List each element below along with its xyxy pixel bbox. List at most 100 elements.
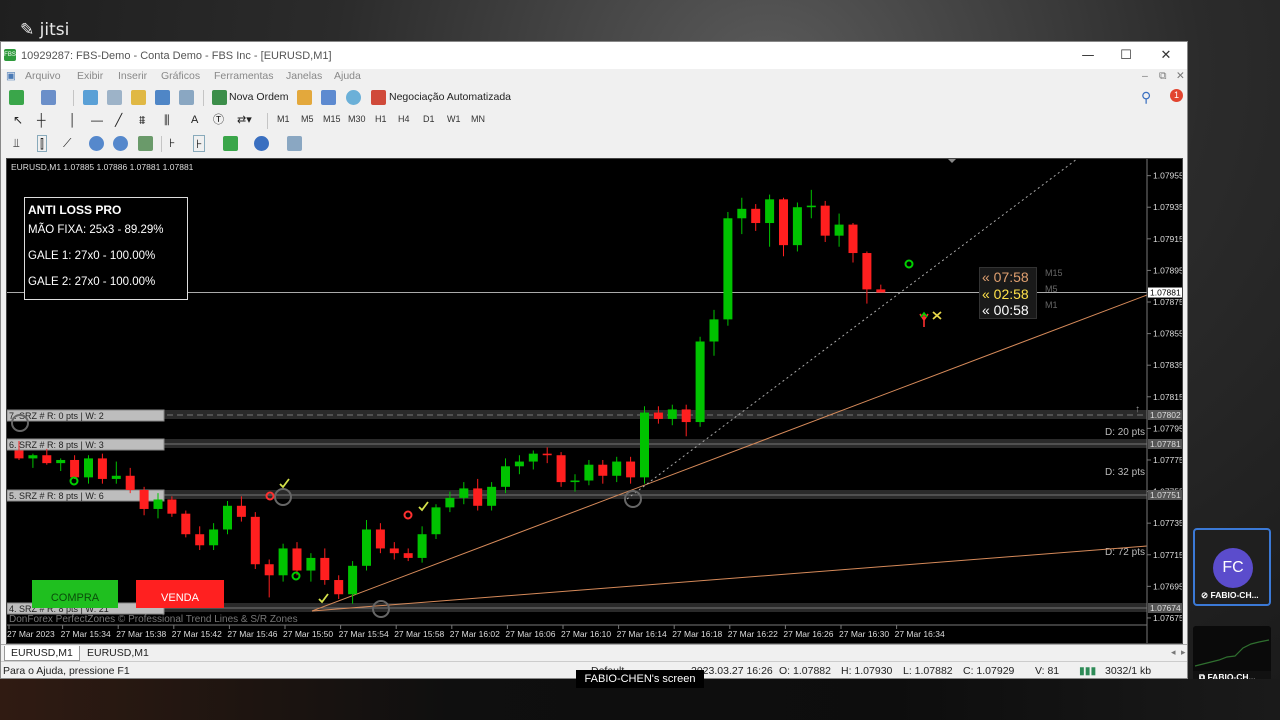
child-close-button[interactable]: ✕ <box>1176 70 1185 82</box>
time-tick-label: 27 Mar 15:58 <box>394 629 444 639</box>
timer-label-m15: M15 <box>1045 268 1063 278</box>
shapes-icon[interactable]: ⇄▾ <box>237 112 252 129</box>
cursor-icon[interactable]: ↖ <box>13 112 23 129</box>
zoom-in-icon[interactable] <box>89 136 104 151</box>
candle-body <box>278 548 288 576</box>
time-tick-label: 27 Mar 15:42 <box>172 629 222 639</box>
trendline-icon[interactable]: ╱ <box>115 112 122 129</box>
terminal-icon[interactable] <box>155 90 170 105</box>
timeframe-d1[interactable]: D1 <box>423 114 435 124</box>
line-studies-toolbar: ↖ ┼ │ — ╱ ⩩ ⫼ A Ⓣ ⇄▾ M1 M5 M15 M30 H1 H4… <box>1 109 1187 132</box>
tab-eurusd-m1-active[interactable]: EURUSD,M1 <box>4 646 80 661</box>
close-button[interactable]: ✕ <box>1147 45 1185 67</box>
candle-body <box>362 529 371 566</box>
status-open: O: 1.07882 <box>779 665 831 677</box>
sell-arrow-marker <box>919 313 929 327</box>
new-order-button[interactable]: Nova Ordem <box>229 89 289 106</box>
bar-chart-icon[interactable]: ⫫ <box>13 135 20 152</box>
text-icon[interactable]: A <box>191 112 198 129</box>
chart-shift-marker <box>948 159 956 163</box>
time-tick-label: 27 Mar 16:10 <box>561 629 611 639</box>
candle-body <box>723 218 733 320</box>
timeframe-m15[interactable]: M15 <box>323 114 341 124</box>
candle-body <box>97 458 107 479</box>
crosshair-icon[interactable]: ┼ <box>37 112 46 129</box>
market-watch-icon[interactable] <box>83 90 98 105</box>
menu-ferramentas[interactable]: Ferramentas <box>214 70 274 82</box>
templates-icon[interactable] <box>287 136 302 151</box>
chart-shift-icon[interactable]: ⊦ <box>193 135 206 152</box>
notification-badge[interactable]: 1 <box>1170 89 1183 102</box>
maximize-button[interactable]: ☐ <box>1107 45 1145 67</box>
zone-price-label: 1.07751 <box>1150 490 1181 500</box>
menu-janelas[interactable]: Janelas <box>286 70 322 82</box>
line-chart-icon[interactable]: ⟋ <box>63 135 71 152</box>
win-signal-marker <box>69 476 79 486</box>
timeframe-m30[interactable]: M30 <box>348 114 366 124</box>
window-title: 10929287: FBS-Demo - Conta Demo - FBS In… <box>21 50 332 62</box>
price-chart[interactable]: 7. SRZ # R: 0 pts | W: 2 6. SRZ # R: 8 pt… <box>6 158 1183 644</box>
metaeditor-icon[interactable] <box>297 90 312 105</box>
text-label-icon[interactable]: Ⓣ <box>213 112 224 129</box>
fibonacci-icon[interactable]: ⩩ <box>139 112 145 129</box>
screen-share-thumbnail <box>1193 626 1271 671</box>
srz-label-3: 5. SRZ # R: 8 pts | W: 6 <box>9 491 104 501</box>
navigator-icon[interactable] <box>107 90 122 105</box>
auto-trading-icon[interactable] <box>371 90 386 105</box>
anti-loss-panel: ANTI LOSS PRO MÃO FIXA: 25x3 - 89.29% GA… <box>24 197 188 300</box>
channel-icon[interactable]: ⫼ <box>164 112 170 129</box>
timeframe-h4[interactable]: H4 <box>398 114 410 124</box>
candlestick-icon[interactable]: ⫿ <box>37 135 47 152</box>
sell-button[interactable]: VENDA <box>136 580 224 608</box>
periods-icon[interactable] <box>254 136 269 151</box>
minimize-button[interactable]: — <box>1069 45 1107 67</box>
tab-scroll-right-icon[interactable]: ▸ <box>1181 647 1186 658</box>
indicators-icon[interactable] <box>223 136 238 151</box>
timeframe-h1[interactable]: H1 <box>375 114 387 124</box>
new-order-icon[interactable] <box>212 90 227 105</box>
tab-eurusd-m1[interactable]: EURUSD,M1 <box>81 646 155 661</box>
auto-trading-button[interactable]: Negociação Automatizada <box>389 89 511 106</box>
timeframe-w1[interactable]: W1 <box>447 114 461 124</box>
tile-windows-icon[interactable] <box>138 136 153 151</box>
menu-ajuda[interactable]: Ajuda <box>334 70 361 82</box>
strategy-tester-icon[interactable] <box>179 90 194 105</box>
menu-exibir[interactable]: Exibir <box>77 70 103 82</box>
market-icon[interactable] <box>346 90 361 105</box>
time-tick-label: 27 Mar 16:30 <box>839 629 889 639</box>
candle-body <box>56 459 66 464</box>
price-tick-label: 1.07775 <box>1153 455 1183 465</box>
timeframe-m5[interactable]: M5 <box>301 114 314 124</box>
vertical-line-icon[interactable]: │ <box>69 112 77 129</box>
menu-inserir[interactable]: Inserir <box>118 70 147 82</box>
profiles-icon[interactable] <box>41 90 56 105</box>
data-window-icon[interactable] <box>131 90 146 105</box>
distance-label-1: D: 20 pts <box>1105 427 1145 438</box>
screen-share-tile[interactable]: ⧉ FABIO-CH... <box>1193 626 1271 686</box>
buy-button[interactable]: COMPRA <box>32 580 118 608</box>
tab-scroll-left-icon[interactable]: ◂ <box>1171 647 1176 658</box>
menu-arquivo[interactable]: Arquivo <box>25 70 61 82</box>
menu-graficos[interactable]: Gráficos <box>161 70 200 82</box>
horizontal-line-icon[interactable]: — <box>91 112 103 129</box>
participant-tile[interactable]: FC ⊘ FABIO-CH... <box>1193 528 1271 606</box>
search-icon[interactable]: ⚲ <box>1141 89 1151 106</box>
timeframe-mn[interactable]: MN <box>471 114 485 124</box>
new-chart-icon[interactable] <box>9 90 24 105</box>
cross-marker <box>932 311 942 320</box>
candle-timer-panel: « 07:58 « 02:58 « 00:58 <box>979 267 1037 319</box>
autoscroll-icon[interactable]: ⊦ <box>169 135 175 152</box>
price-tick-label: 1.07695 <box>1153 581 1183 591</box>
timeframe-m1[interactable]: M1 <box>277 114 290 124</box>
child-restore-button[interactable]: ⧉ <box>1159 70 1167 83</box>
zoom-out-icon[interactable] <box>113 136 128 151</box>
srz-label-2: 6. SRZ # R: 8 pts | W: 3 <box>9 440 104 450</box>
timer-label-m5: M5 <box>1045 284 1058 294</box>
time-tick-label: 27 Mar 16:26 <box>783 629 833 639</box>
mic-muted-icon: ⊘ <box>1201 590 1209 600</box>
price-tick-label: 1.07955 <box>1153 171 1183 181</box>
price-tick-label: 1.07855 <box>1153 329 1183 339</box>
chart-menu-icon[interactable]: ▣ <box>6 70 16 82</box>
child-minimize-button[interactable]: – <box>1142 70 1148 82</box>
signals-icon[interactable] <box>321 90 336 105</box>
